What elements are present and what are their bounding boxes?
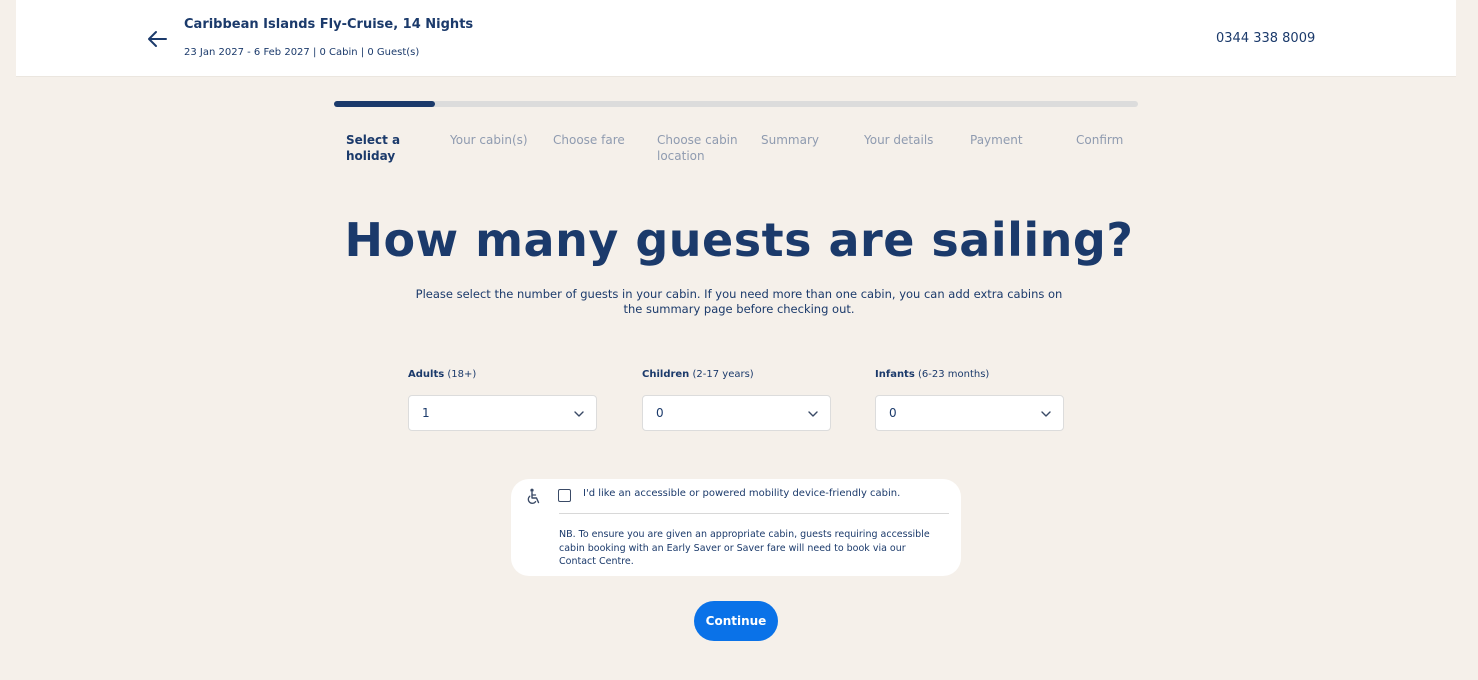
divider [559,513,949,514]
top-header: Caribbean Islands Fly-Cruise, 14 Nights … [16,0,1456,77]
trip-title: Caribbean Islands Fly-Cruise, 14 Nights [184,17,474,32]
arrow-left-icon[interactable] [146,28,168,50]
step-choose-fare[interactable]: Choose fare [553,132,643,148]
chevron-down-icon [808,411,818,417]
wheelchair-icon [527,488,540,504]
progress-bar [334,101,1138,107]
step-summary[interactable]: Summary [761,132,851,148]
step-confirm[interactable]: Confirm [1076,132,1166,148]
children-range: (2-17 years) [692,369,754,380]
adults-range: (18+) [447,369,477,380]
accessible-cabin-checkbox[interactable] [558,489,571,502]
children-label: Children (2-17 years) [642,369,754,380]
infants-label-text: Infants [875,369,915,380]
infants-range: (6-23 months) [917,369,990,380]
adults-label-text: Adults [408,369,445,380]
step-choose-cabin-location[interactable]: Choose cabin location [657,132,747,164]
chevron-down-icon [1041,411,1051,417]
infants-select-value: 0 [889,406,897,420]
adults-select-value: 1 [422,406,430,420]
chevron-down-icon [574,411,584,417]
step-select-holiday[interactable]: Select a holiday [346,132,436,164]
progress-bar-fill [334,101,435,107]
continue-button[interactable]: Continue [694,601,778,641]
accessibility-note: NB. To ensure you are given an appropria… [559,529,930,567]
children-select[interactable]: 0 [642,395,831,431]
infants-select[interactable]: 0 [875,395,1064,431]
step-your-details[interactable]: Your details [864,132,954,148]
adults-label: Adults (18+) [408,369,476,380]
step-your-cabins[interactable]: Your cabin(s) [450,132,540,148]
infants-label: Infants (6-23 months) [875,369,989,380]
step-payment[interactable]: Payment [970,132,1060,148]
children-label-text: Children [642,369,690,380]
page-title: How many guests are sailing? [344,213,1134,267]
phone-number[interactable]: 0344 338 8009 [1216,31,1315,46]
trip-meta: 23 Jan 2027 - 6 Feb 2027 | 0 Cabin | 0 G… [184,47,420,58]
page-subtitle: Please select the number of guests in yo… [415,287,1063,316]
accessible-cabin-label[interactable]: I'd like an accessible or powered mobili… [583,488,900,499]
accessibility-card: I'd like an accessible or powered mobili… [511,479,961,576]
children-select-value: 0 [656,406,664,420]
adults-select[interactable]: 1 [408,395,597,431]
